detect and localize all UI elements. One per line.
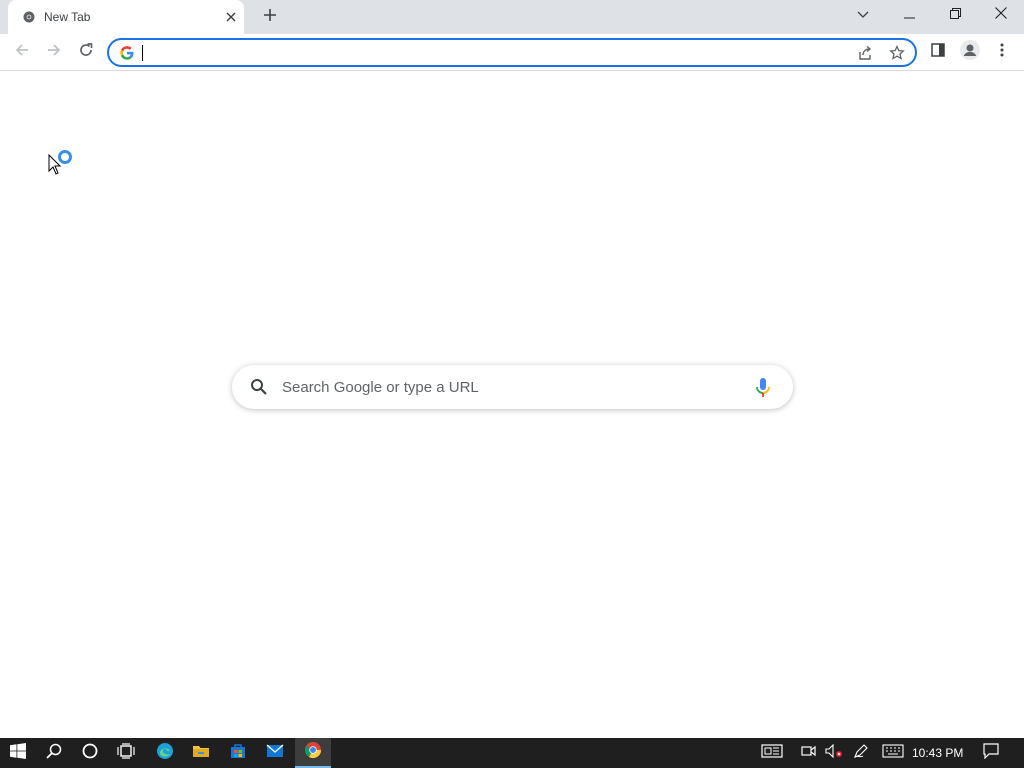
close-icon[interactable] bbox=[223, 9, 239, 25]
task-view-icon bbox=[117, 742, 135, 764]
google-g-icon bbox=[119, 45, 135, 61]
ntp-search-box[interactable] bbox=[232, 365, 793, 409]
store-icon bbox=[230, 743, 246, 764]
close-window-icon bbox=[995, 6, 1007, 24]
star-icon[interactable] bbox=[887, 44, 907, 62]
notification-icon bbox=[983, 742, 999, 764]
tab-strip: New Tab bbox=[0, 0, 1024, 34]
plus-icon bbox=[263, 8, 277, 27]
omnibox-input[interactable] bbox=[141, 43, 821, 62]
start-button[interactable] bbox=[0, 738, 36, 768]
tray-pen[interactable] bbox=[845, 738, 877, 768]
side-panel-icon bbox=[931, 42, 945, 62]
reload-icon bbox=[78, 42, 94, 63]
taskbar-chrome[interactable] bbox=[295, 738, 331, 768]
windows-start-icon bbox=[10, 742, 26, 764]
new-tab-button[interactable] bbox=[258, 5, 282, 29]
search-icon bbox=[250, 378, 268, 396]
menu-icon bbox=[1000, 43, 1004, 62]
windows-taskbar: 10:43 PM bbox=[0, 738, 1024, 768]
browser-toolbar bbox=[0, 34, 1024, 71]
chrome-menu-button[interactable] bbox=[988, 38, 1016, 66]
volume-muted-icon bbox=[825, 743, 843, 763]
restore-icon bbox=[949, 6, 961, 24]
restore-button[interactable] bbox=[932, 0, 978, 30]
tab-search-button[interactable] bbox=[840, 0, 886, 30]
profile-icon bbox=[960, 39, 980, 65]
taskbar-edge[interactable] bbox=[147, 738, 183, 768]
minimize-button[interactable] bbox=[886, 0, 932, 30]
busy-indicator bbox=[58, 150, 72, 164]
profile-button[interactable] bbox=[956, 38, 984, 66]
edge-icon bbox=[156, 742, 174, 765]
chrome-favicon bbox=[22, 10, 36, 24]
taskbar-file-explorer[interactable] bbox=[183, 738, 219, 768]
meet-icon bbox=[801, 744, 817, 763]
pen-icon bbox=[853, 743, 869, 764]
minimize-icon bbox=[903, 6, 915, 24]
reload-button[interactable] bbox=[72, 38, 100, 66]
back-button[interactable] bbox=[8, 38, 36, 66]
ntp-search-input[interactable] bbox=[282, 376, 742, 398]
task-view-button[interactable] bbox=[108, 738, 144, 768]
file-explorer-icon bbox=[192, 743, 210, 764]
taskbar-store[interactable] bbox=[220, 738, 256, 768]
cortana-icon bbox=[82, 743, 98, 764]
text-caret bbox=[142, 45, 143, 61]
back-icon bbox=[14, 42, 30, 63]
chrome-icon bbox=[304, 741, 322, 764]
taskbar-news[interactable] bbox=[754, 738, 790, 768]
taskbar-search-icon bbox=[46, 743, 62, 764]
forward-button[interactable] bbox=[40, 38, 68, 66]
mail-icon bbox=[266, 744, 284, 763]
tab-title: New Tab bbox=[44, 10, 91, 24]
taskbar-clock[interactable]: 10:43 PM bbox=[912, 746, 963, 760]
notification-center-button[interactable] bbox=[974, 738, 1008, 768]
mic-icon[interactable] bbox=[755, 377, 771, 399]
side-panel-button[interactable] bbox=[924, 38, 952, 66]
tab-new-tab[interactable]: New Tab bbox=[8, 0, 244, 34]
keyboard-icon bbox=[882, 743, 904, 763]
chevron-down-icon bbox=[857, 6, 869, 24]
forward-icon bbox=[46, 42, 62, 63]
news-icon bbox=[761, 743, 783, 763]
close-window-button[interactable] bbox=[978, 0, 1024, 30]
tray-keyboard[interactable] bbox=[876, 738, 910, 768]
cortana-button[interactable] bbox=[72, 738, 108, 768]
taskbar-mail[interactable] bbox=[257, 738, 293, 768]
address-bar[interactable] bbox=[107, 38, 917, 67]
taskbar-search-button[interactable] bbox=[36, 738, 72, 768]
share-icon[interactable] bbox=[855, 44, 875, 62]
